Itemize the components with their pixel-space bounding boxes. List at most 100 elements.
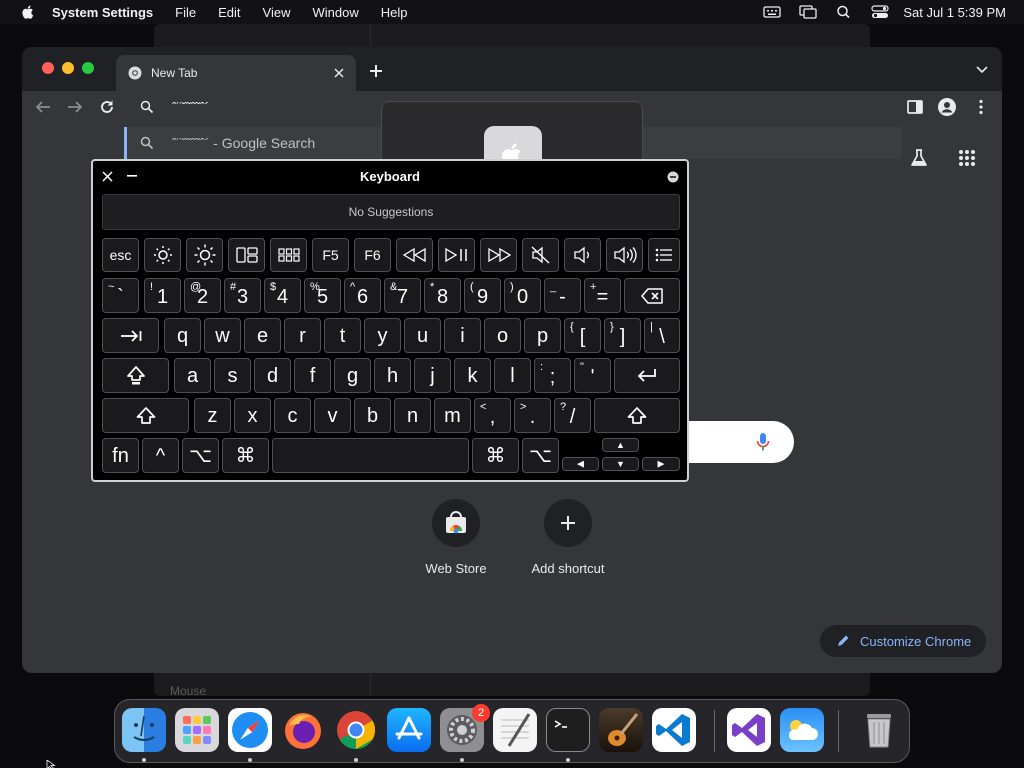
key-k[interactable]: k bbox=[454, 358, 491, 393]
key-space[interactable] bbox=[272, 438, 469, 473]
key-a[interactable]: a bbox=[174, 358, 211, 393]
key-g[interactable]: g bbox=[334, 358, 371, 393]
key-y[interactable]: y bbox=[364, 318, 401, 353]
key-quote[interactable]: " ' bbox=[574, 358, 611, 393]
dock-weather-icon[interactable] bbox=[780, 708, 824, 752]
dock-firefox-icon[interactable] bbox=[281, 708, 325, 752]
shortcut-web-store[interactable]: Web Store bbox=[396, 499, 516, 576]
key-7[interactable]: & 7 bbox=[384, 278, 421, 313]
forward-arrow-icon[interactable] bbox=[66, 98, 84, 116]
key-x[interactable]: x bbox=[234, 398, 271, 433]
dock-textedit-icon[interactable] bbox=[493, 708, 537, 752]
key-right-command[interactable]: ⌘ bbox=[472, 438, 519, 473]
key-slash[interactable]: ? / bbox=[554, 398, 591, 433]
key-control[interactable]: ^ bbox=[142, 438, 179, 473]
key-n[interactable]: n bbox=[394, 398, 431, 433]
key-esc[interactable]: esc bbox=[102, 238, 139, 272]
menu-view[interactable]: View bbox=[263, 5, 291, 20]
key-return[interactable] bbox=[614, 358, 680, 393]
customize-chrome-button[interactable]: Customize Chrome bbox=[820, 625, 986, 657]
key-volume-down[interactable] bbox=[564, 238, 601, 272]
key-q[interactable]: q bbox=[164, 318, 201, 353]
menu-clock[interactable]: Sat Jul 1 5:39 PM bbox=[903, 5, 1006, 20]
key-left-shift[interactable] bbox=[102, 398, 189, 433]
key-6[interactable]: ^ 6 bbox=[344, 278, 381, 313]
dock-trash-icon[interactable] bbox=[857, 708, 901, 752]
key-f5[interactable]: F5 bbox=[312, 238, 349, 272]
tab-new-tab[interactable]: New Tab bbox=[116, 55, 356, 91]
dock-visual-studio-icon[interactable] bbox=[727, 708, 771, 752]
key-8[interactable]: * 8 bbox=[424, 278, 461, 313]
window-close-button[interactable] bbox=[42, 62, 54, 74]
key-volume-up[interactable] bbox=[606, 238, 643, 272]
key-w[interactable]: w bbox=[204, 318, 241, 353]
control-center-icon[interactable] bbox=[871, 5, 889, 19]
key-c[interactable]: c bbox=[274, 398, 311, 433]
key-arrow-right[interactable]: ▶ bbox=[642, 457, 680, 471]
key-arrow-up[interactable]: ▲ bbox=[602, 438, 639, 452]
key-right-shift[interactable] bbox=[594, 398, 680, 433]
key-z[interactable]: z bbox=[194, 398, 231, 433]
sidebar-item-mouse[interactable]: Mouse bbox=[170, 684, 206, 698]
key-tab[interactable] bbox=[102, 318, 159, 353]
key-m[interactable]: m bbox=[434, 398, 471, 433]
key-arrow-down[interactable]: ▼ bbox=[602, 457, 639, 471]
key-minus[interactable]: _ - bbox=[544, 278, 581, 313]
key-arrow-left[interactable]: ◀ bbox=[562, 457, 599, 471]
key-left-option[interactable]: ⌥ bbox=[182, 438, 219, 473]
apple-menu-icon[interactable] bbox=[18, 2, 38, 22]
dock-finder-icon[interactable] bbox=[122, 708, 166, 752]
more-menu-icon[interactable] bbox=[972, 98, 990, 116]
tab-close-icon[interactable] bbox=[332, 66, 346, 80]
key-1[interactable]: ! 1 bbox=[144, 278, 181, 313]
dock-safari-icon[interactable] bbox=[228, 708, 272, 752]
key-r[interactable]: r bbox=[284, 318, 321, 353]
menu-window[interactable]: Window bbox=[312, 5, 358, 20]
key-equals[interactable]: + = bbox=[584, 278, 621, 313]
key-p[interactable]: p bbox=[524, 318, 561, 353]
key-launchpad[interactable] bbox=[270, 238, 307, 272]
side-panel-icon[interactable] bbox=[906, 98, 924, 116]
key-backslash[interactable]: | \ bbox=[644, 318, 680, 353]
key-d[interactable]: d bbox=[254, 358, 291, 393]
back-arrow-icon[interactable] bbox=[34, 98, 52, 116]
key-right-bracket[interactable]: } ] bbox=[604, 318, 641, 353]
key-o[interactable]: o bbox=[484, 318, 521, 353]
window-minimize-button[interactable] bbox=[62, 62, 74, 74]
dock-launchpad-icon[interactable] bbox=[175, 708, 219, 752]
new-tab-plus-icon[interactable] bbox=[368, 63, 384, 79]
key-t[interactable]: t bbox=[324, 318, 361, 353]
key-play-pause[interactable] bbox=[438, 238, 475, 272]
key-l[interactable]: l bbox=[494, 358, 531, 393]
dock-chrome-icon[interactable] bbox=[334, 708, 378, 752]
key-v[interactable]: v bbox=[314, 398, 351, 433]
menu-help[interactable]: Help bbox=[381, 5, 408, 20]
menu-file[interactable]: File bbox=[175, 5, 196, 20]
window-zoom-button[interactable] bbox=[82, 62, 94, 74]
key-f[interactable]: f bbox=[294, 358, 331, 393]
key-caps-lock[interactable] bbox=[102, 358, 169, 393]
key-semicolon[interactable]: : ; bbox=[534, 358, 571, 393]
menu-edit[interactable]: Edit bbox=[218, 5, 240, 20]
spotlight-search-icon[interactable] bbox=[835, 5, 853, 19]
voice-search-mic-icon[interactable] bbox=[756, 432, 770, 452]
key-mute[interactable] bbox=[522, 238, 559, 272]
keyboard-viewer-menu-icon[interactable] bbox=[763, 5, 782, 19]
key-b[interactable]: b bbox=[354, 398, 391, 433]
key-right-option[interactable]: ⌥ bbox=[522, 438, 559, 473]
dock-app-store-icon[interactable] bbox=[387, 708, 431, 752]
key-s[interactable]: s bbox=[214, 358, 251, 393]
key-i[interactable]: i bbox=[444, 318, 481, 353]
key-5[interactable]: % 5 bbox=[304, 278, 341, 313]
tab-search-chevron-icon[interactable] bbox=[976, 65, 988, 75]
key-3[interactable]: # 3 bbox=[224, 278, 261, 313]
key-list[interactable] bbox=[648, 238, 680, 272]
key-brightness-down[interactable] bbox=[144, 238, 181, 272]
google-apps-grid-icon[interactable] bbox=[958, 149, 976, 167]
key-left-command[interactable]: ⌘ bbox=[222, 438, 269, 473]
dock-system-settings-icon[interactable]: 2 bbox=[440, 704, 490, 752]
dock-terminal-icon[interactable] bbox=[546, 708, 590, 752]
key-f6[interactable]: F6 bbox=[354, 238, 391, 272]
key-delete[interactable] bbox=[624, 278, 680, 313]
key-brightness-up[interactable] bbox=[186, 238, 223, 272]
